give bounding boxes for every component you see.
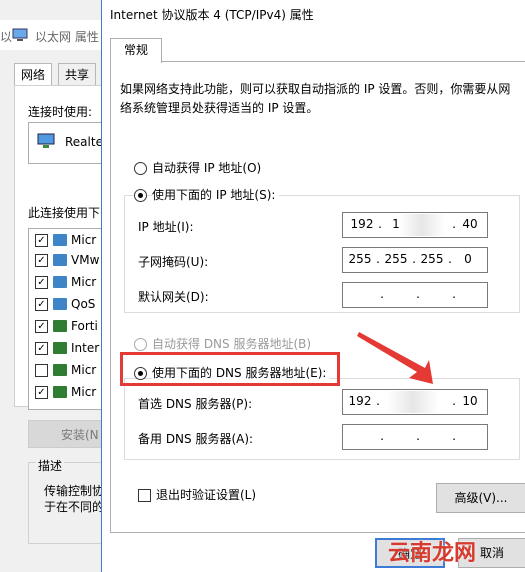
auto-ip-radio[interactable]: [134, 162, 147, 175]
description-text-line2: 于在不同的: [44, 500, 105, 514]
auto-ip-label: 自动获得 IP 地址(O): [152, 161, 262, 175]
protocol-icon: [53, 342, 67, 354]
ip-address-label: IP 地址(I):: [138, 220, 194, 234]
service-icon: [53, 276, 67, 288]
checkbox[interactable]: ✓: [35, 320, 48, 333]
gateway-label: 默认网关(D):: [138, 290, 209, 304]
highlight-box: [120, 352, 340, 386]
list-item[interactable]: ✓ Micr: [35, 383, 107, 403]
checkbox[interactable]: ✓: [35, 298, 48, 311]
manual-ip-label: 使用下面的 IP 地址(S):: [152, 186, 280, 203]
list-item[interactable]: ✓ Inter: [35, 339, 107, 359]
checkbox[interactable]: [35, 364, 48, 377]
alternate-dns-input[interactable]: ...: [342, 424, 488, 450]
auto-dns-label: 自动获得 DNS 服务器地址(B): [152, 337, 312, 351]
auto-dns-radio[interactable]: [134, 338, 147, 351]
checkbox[interactable]: ✓: [35, 254, 48, 267]
list-item[interactable]: ✓ QoS: [35, 295, 107, 315]
subnet-mask-label: 子网掩码(U):: [138, 255, 209, 269]
validate-checkbox[interactable]: [138, 489, 151, 502]
ipv4-properties-dialog: Internet 协议版本 4 (TCP/IPv4) 属性 常规 如果网络支持此…: [101, 0, 525, 572]
client-icon: [53, 254, 67, 266]
service-icon: [53, 298, 67, 310]
ip-address-input[interactable]: 192. 1 . 40: [342, 212, 488, 238]
arrow-icon: [357, 332, 433, 384]
protocol-icon: [53, 364, 67, 376]
advanced-button[interactable]: 高级(V)...: [436, 483, 525, 513]
list-item[interactable]: Micr: [35, 361, 107, 381]
tab-sharing[interactable]: 共享: [58, 63, 97, 86]
list-item[interactable]: ✓ VMw: [35, 251, 107, 271]
redacted-segment: [399, 214, 445, 236]
redacted-segment: [387, 391, 439, 413]
bg-titlebar: 以 以太网 属性: [0, 20, 110, 50]
checkbox[interactable]: ✓: [35, 342, 48, 355]
protocol-icon: [53, 320, 67, 332]
description-label: 描述: [36, 457, 65, 474]
preferred-dns-input[interactable]: 192. . 10: [342, 389, 488, 415]
list-item[interactable]: ✓ Micr: [35, 273, 107, 293]
dialog-title: Internet 协议版本 4 (TCP/IPv4) 属性: [110, 8, 314, 22]
tab-general[interactable]: 常规: [110, 38, 162, 63]
manual-ip-radio[interactable]: [134, 189, 147, 202]
adapter-box: Realte: [28, 122, 108, 164]
checkbox[interactable]: ✓: [35, 234, 48, 247]
connect-using-label: 连接时使用:: [28, 105, 93, 119]
components-label: 此连接使用下: [28, 206, 101, 220]
list-item[interactable]: ✓ Micr: [35, 231, 107, 251]
preferred-dns-label: 首选 DNS 服务器(P):: [138, 397, 253, 411]
validate-label: 退出时验证设置(L): [156, 488, 257, 502]
checkbox[interactable]: ✓: [35, 276, 48, 289]
bg-title: 以太网 属性: [35, 30, 99, 44]
bg-title-prefix: 以: [0, 30, 13, 44]
description-text-line1: 传输控制协: [44, 484, 105, 498]
subnet-mask-input[interactable]: 255. 255. 255. 0: [342, 247, 488, 273]
intro-text: 如果网络支持此功能，则可以获取自动指派的 IP 设置。否则，你需要从网络系统管理…: [120, 82, 511, 115]
ethernet-properties-window: 以 以太网 属性 网络 共享 连接时使用: Realte 此连接使用下 ✓ Mic…: [0, 0, 111, 572]
watermark: 云南龙网: [388, 541, 477, 566]
components-list[interactable]: ✓ Micr ✓ VMw ✓ Micr ✓ QoS ✓ Forti ✓ Inter Micr…: [28, 228, 108, 410]
adapter-name: Realte: [65, 135, 103, 149]
alternate-dns-label: 备用 DNS 服务器(A):: [138, 432, 254, 446]
list-item[interactable]: ✓ Forti: [35, 317, 107, 337]
client-icon: [53, 234, 67, 246]
adapter-icon: [37, 133, 55, 148]
install-button[interactable]: 安装(N: [28, 420, 106, 448]
gateway-input[interactable]: ...: [342, 282, 488, 308]
checkbox[interactable]: ✓: [35, 386, 48, 399]
tab-network[interactable]: 网络: [14, 63, 53, 87]
protocol-icon: [53, 386, 67, 398]
network-icon: [12, 28, 28, 41]
